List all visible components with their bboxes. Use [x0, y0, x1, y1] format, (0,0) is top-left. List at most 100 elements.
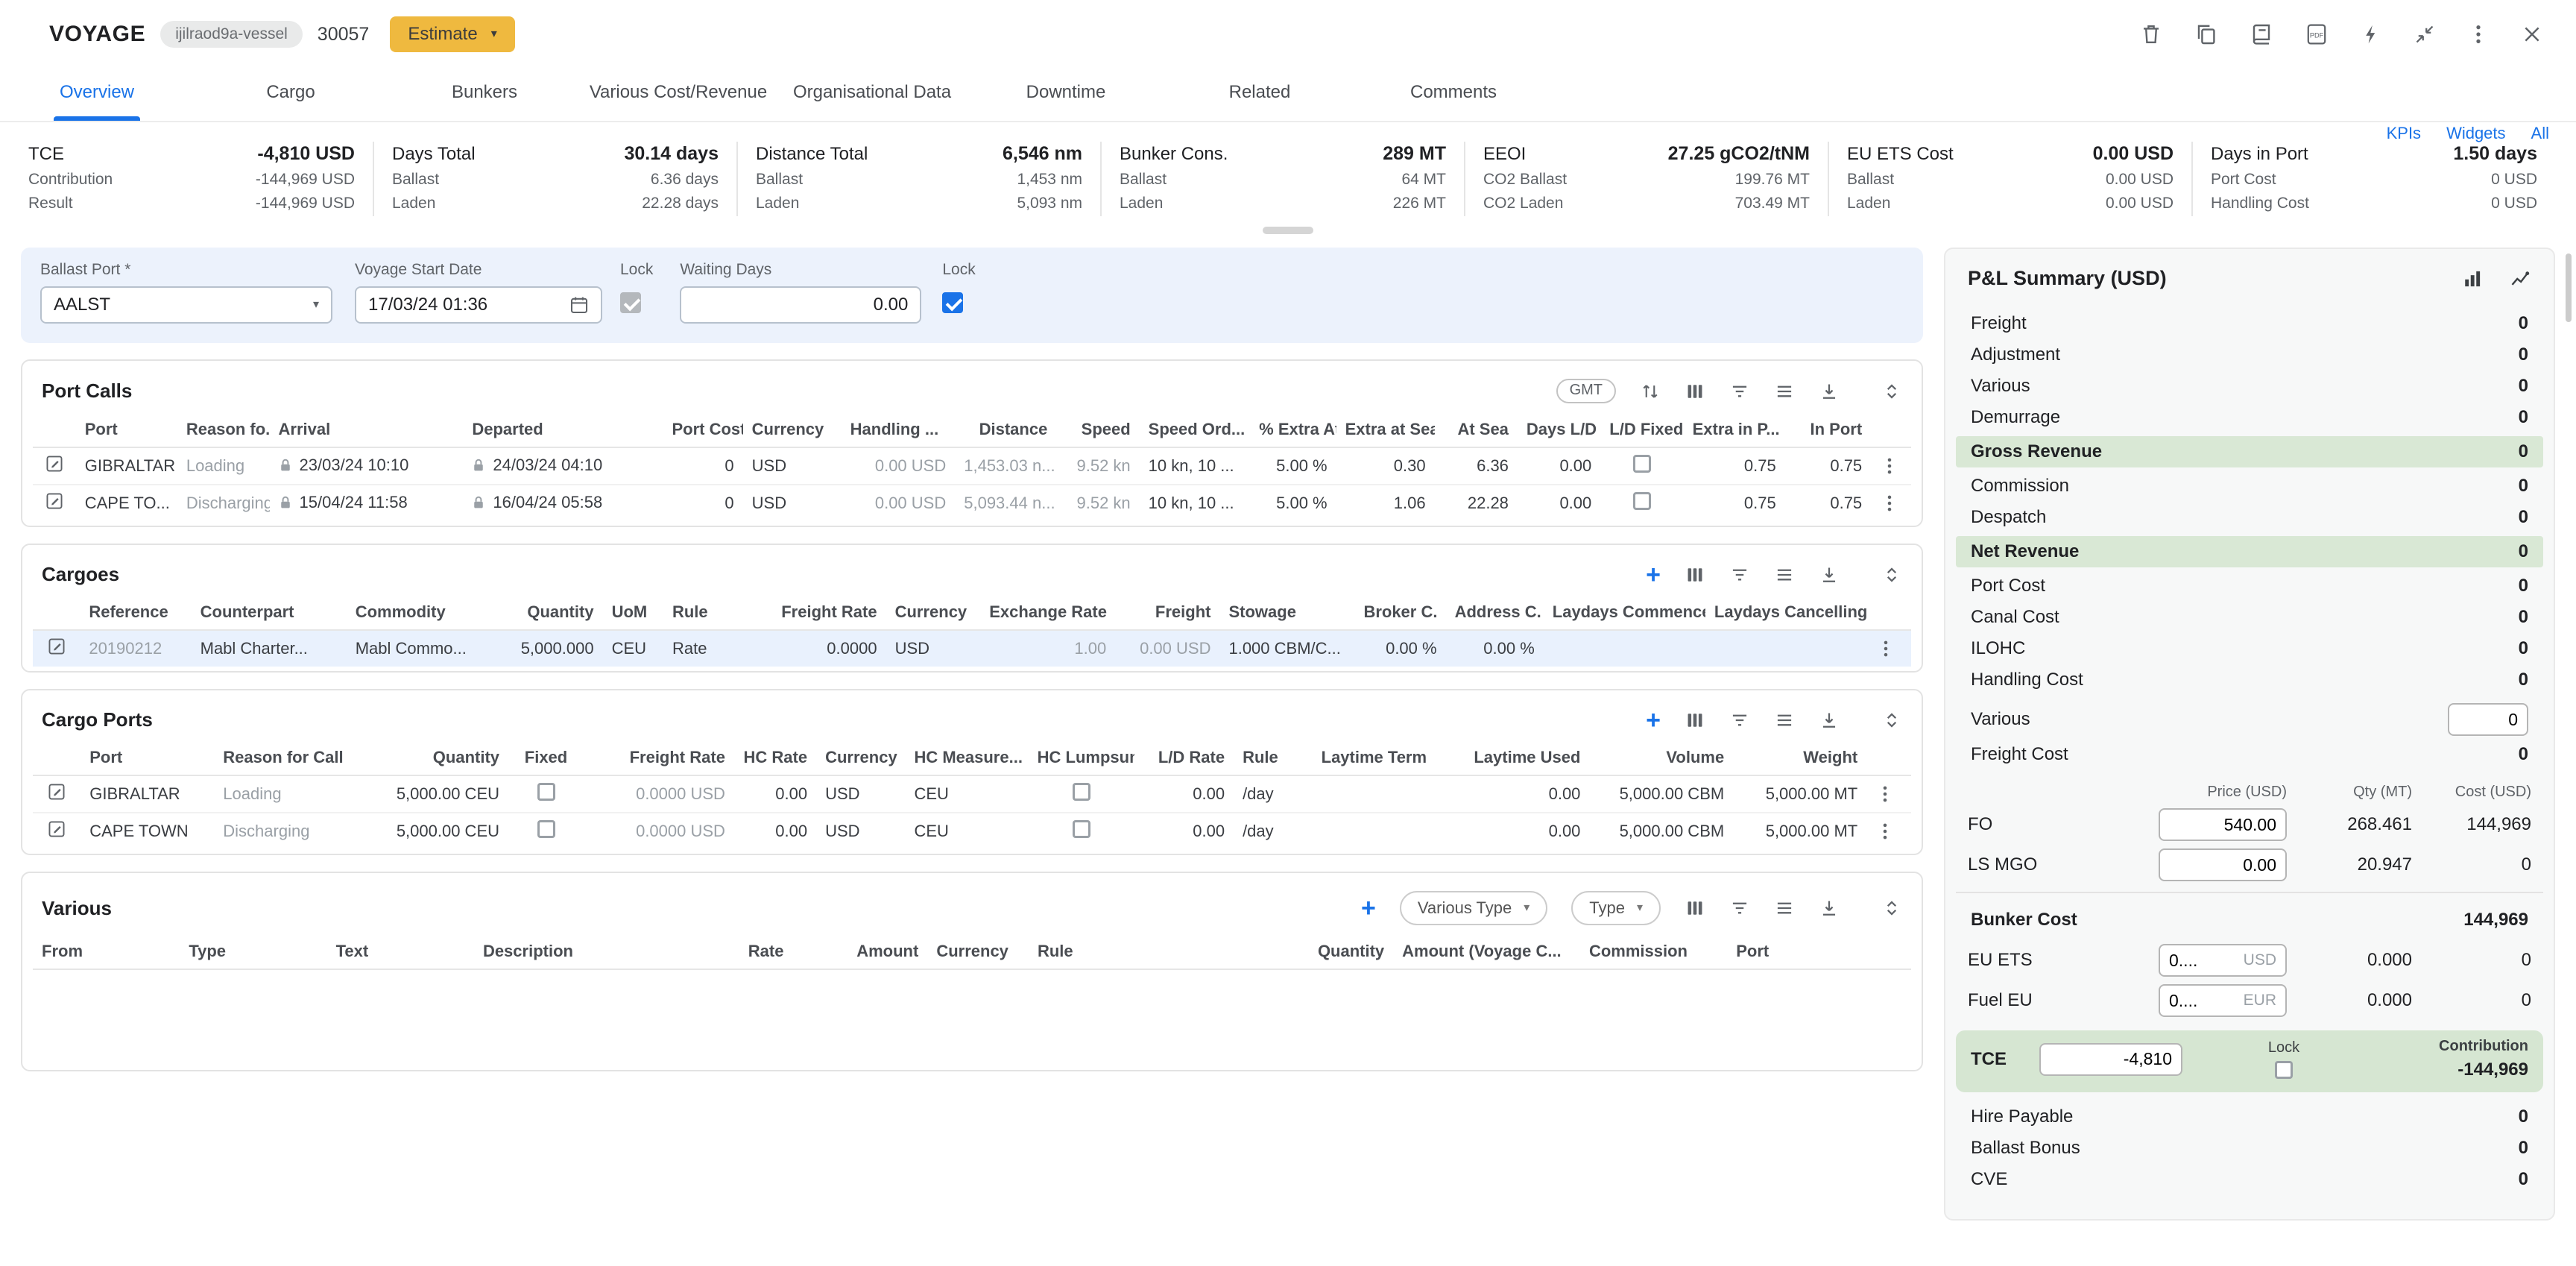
cell-reason[interactable]: Discharging	[177, 485, 270, 521]
cell-arrival[interactable]: 23/03/24 10:10	[270, 447, 464, 485]
close-icon[interactable]	[2521, 23, 2543, 45]
port-call-row[interactable]: CAPE TO... Discharging 15/04/24 11:58 16…	[33, 485, 1911, 521]
cell-ld-rate[interactable]: 0.00	[1134, 775, 1234, 813]
fo-price-input[interactable]	[2159, 808, 2287, 841]
cell-rule[interactable]: /day	[1234, 775, 1313, 813]
download-icon[interactable]	[1819, 564, 1840, 585]
fixed-checkbox[interactable]	[537, 783, 555, 801]
cell-extra-in-port[interactable]: 0.75	[1684, 485, 1785, 521]
cell-reference[interactable]: 20190212	[80, 630, 191, 667]
sort-icon[interactable]	[1640, 381, 1661, 402]
expand-icon[interactable]	[1881, 564, 1902, 585]
row-menu-icon[interactable]	[1875, 784, 1902, 804]
ld-fixed-checkbox[interactable]	[1633, 492, 1651, 510]
link-all[interactable]: All	[2531, 124, 2549, 143]
cell-port-cost[interactable]: 0	[663, 485, 742, 521]
kpi-drag-handle[interactable]	[1263, 227, 1313, 234]
lock-start-checkbox[interactable]	[620, 292, 641, 313]
cell-extra-at-sea[interactable]: 1.06	[1336, 485, 1435, 521]
various-type-filter[interactable]: Various Type▾	[1400, 891, 1547, 925]
expand-icon[interactable]	[1881, 381, 1902, 402]
add-various-icon[interactable]: +	[1361, 898, 1376, 919]
cell-reason[interactable]: Discharging	[214, 813, 361, 849]
collapse-icon[interactable]	[2414, 23, 2436, 45]
cell-arrival[interactable]: 15/04/24 11:58	[270, 485, 464, 521]
columns-icon[interactable]	[1685, 564, 1705, 585]
cell-laytime-used[interactable]: 0.00	[1456, 775, 1589, 813]
cell-laytime-used[interactable]: 0.00	[1456, 813, 1589, 849]
cell-hc-measure[interactable]: CEU	[905, 775, 1028, 813]
link-kpis[interactable]: KPIs	[2387, 124, 2421, 143]
cell-quantity[interactable]: 5,000.00 CEU	[362, 813, 508, 849]
cell-address-commission[interactable]: 0.00 %	[1446, 630, 1544, 667]
tab-bunkers[interactable]: Bunkers	[388, 69, 581, 121]
tab-various-cost-revenue[interactable]: Various Cost/Revenue	[581, 69, 775, 121]
cell-hc-rate[interactable]: 0.00	[734, 813, 816, 849]
line-chart-icon[interactable]	[2509, 268, 2531, 290]
tce-input[interactable]	[2039, 1043, 2182, 1076]
journal-icon[interactable]	[2250, 22, 2273, 46]
cell-freight-rate[interactable]: 0.0000	[768, 630, 886, 667]
copy-icon[interactable]	[2194, 22, 2218, 46]
cell-days-ld[interactable]: 0.00	[1518, 485, 1600, 521]
cell-currency[interactable]: USD	[743, 447, 842, 485]
cell-extra-at-sea[interactable]: 0.30	[1336, 447, 1435, 485]
cell-quantity[interactable]: 5,000.00 CEU	[362, 775, 508, 813]
cell-laydays-cancelling[interactable]	[1705, 630, 1867, 667]
pdf-export-icon[interactable]	[2305, 22, 2329, 46]
timezone-badge[interactable]: GMT	[1556, 379, 1616, 403]
cell-reason[interactable]: Loading	[214, 775, 361, 813]
cell-rule[interactable]: /day	[1234, 813, 1313, 849]
filter-icon[interactable]	[1729, 898, 1750, 919]
delete-icon[interactable]	[2139, 22, 2163, 46]
columns-icon[interactable]	[1685, 381, 1705, 402]
lsmgo-price-input[interactable]	[2159, 848, 2287, 881]
scrollbar-thumb[interactable]	[2566, 253, 2572, 322]
cell-speed-ordered[interactable]: 10 kn, 10 ...	[1140, 485, 1250, 521]
tab-related[interactable]: Related	[1163, 69, 1357, 121]
cargo-row[interactable]: 20190212 Mabl Charter... Mabl Commo... 5…	[33, 630, 1911, 667]
cell-broker-commission[interactable]: 0.00 %	[1354, 630, 1445, 667]
row-menu-icon[interactable]	[1880, 456, 1902, 476]
menu-icon[interactable]	[1774, 898, 1795, 919]
calendar-icon[interactable]	[569, 295, 589, 315]
cell-currency[interactable]: USD	[886, 630, 981, 667]
port-call-row[interactable]: GIBRALTAR Loading 23/03/24 10:10 24/03/2…	[33, 447, 1911, 485]
voyage-start-value[interactable]	[368, 295, 569, 315]
cell-port[interactable]: CAPE TO...	[76, 485, 177, 521]
cell-stowage[interactable]: 1.000 CBM/C...	[1219, 630, 1354, 667]
menu-icon[interactable]	[1774, 564, 1795, 585]
tab-downtime[interactable]: Downtime	[969, 69, 1163, 121]
edit-row-icon[interactable]	[47, 782, 66, 802]
cell-reason[interactable]: Loading	[177, 447, 270, 485]
cell-counterpart[interactable]: Mabl Charter...	[192, 630, 347, 667]
cell-days-ld[interactable]: 0.00	[1518, 447, 1600, 485]
hc-lumpsum-checkbox[interactable]	[1073, 783, 1090, 801]
cargo-port-row[interactable]: CAPE TOWN Discharging 5,000.00 CEU 0.00 0…	[33, 813, 1911, 849]
cell-port[interactable]: GIBRALTAR	[80, 775, 214, 813]
cell-departed[interactable]: 24/03/24 04:10	[463, 447, 663, 485]
cell-speed-ordered[interactable]: 10 kn, 10 ...	[1140, 447, 1250, 485]
tab-comments[interactable]: Comments	[1357, 69, 1550, 121]
eu-ets-price-input[interactable]: USD	[2159, 944, 2287, 977]
row-menu-icon[interactable]	[1876, 639, 1902, 658]
waiting-days-value[interactable]	[693, 295, 908, 315]
filter-icon[interactable]	[1729, 381, 1750, 402]
cell-laytime-term[interactable]	[1313, 813, 1456, 849]
cell-laytime-term[interactable]	[1313, 775, 1456, 813]
cell-extra-at-sea-pct[interactable]: 5.00 %	[1250, 485, 1336, 521]
cell-extra-in-port[interactable]: 0.75	[1684, 447, 1785, 485]
cell-port-cost[interactable]: 0	[663, 447, 742, 485]
menu-icon[interactable]	[1774, 710, 1795, 731]
row-menu-icon[interactable]	[1880, 494, 1902, 513]
cargo-port-row[interactable]: GIBRALTAR Loading 5,000.00 CEU 0.0000 US…	[33, 775, 1911, 813]
download-icon[interactable]	[1819, 710, 1840, 731]
add-cargo-port-icon[interactable]: +	[1646, 710, 1661, 731]
ld-fixed-checkbox[interactable]	[1633, 455, 1651, 473]
tab-organisational-data[interactable]: Organisational Data	[775, 69, 969, 121]
cell-currency[interactable]: USD	[816, 813, 905, 849]
cell-port[interactable]: GIBRALTAR	[76, 447, 177, 485]
cell-in-port[interactable]: 0.75	[1785, 485, 1871, 521]
cell-currency[interactable]: USD	[743, 485, 842, 521]
cell-port[interactable]: CAPE TOWN	[80, 813, 214, 849]
